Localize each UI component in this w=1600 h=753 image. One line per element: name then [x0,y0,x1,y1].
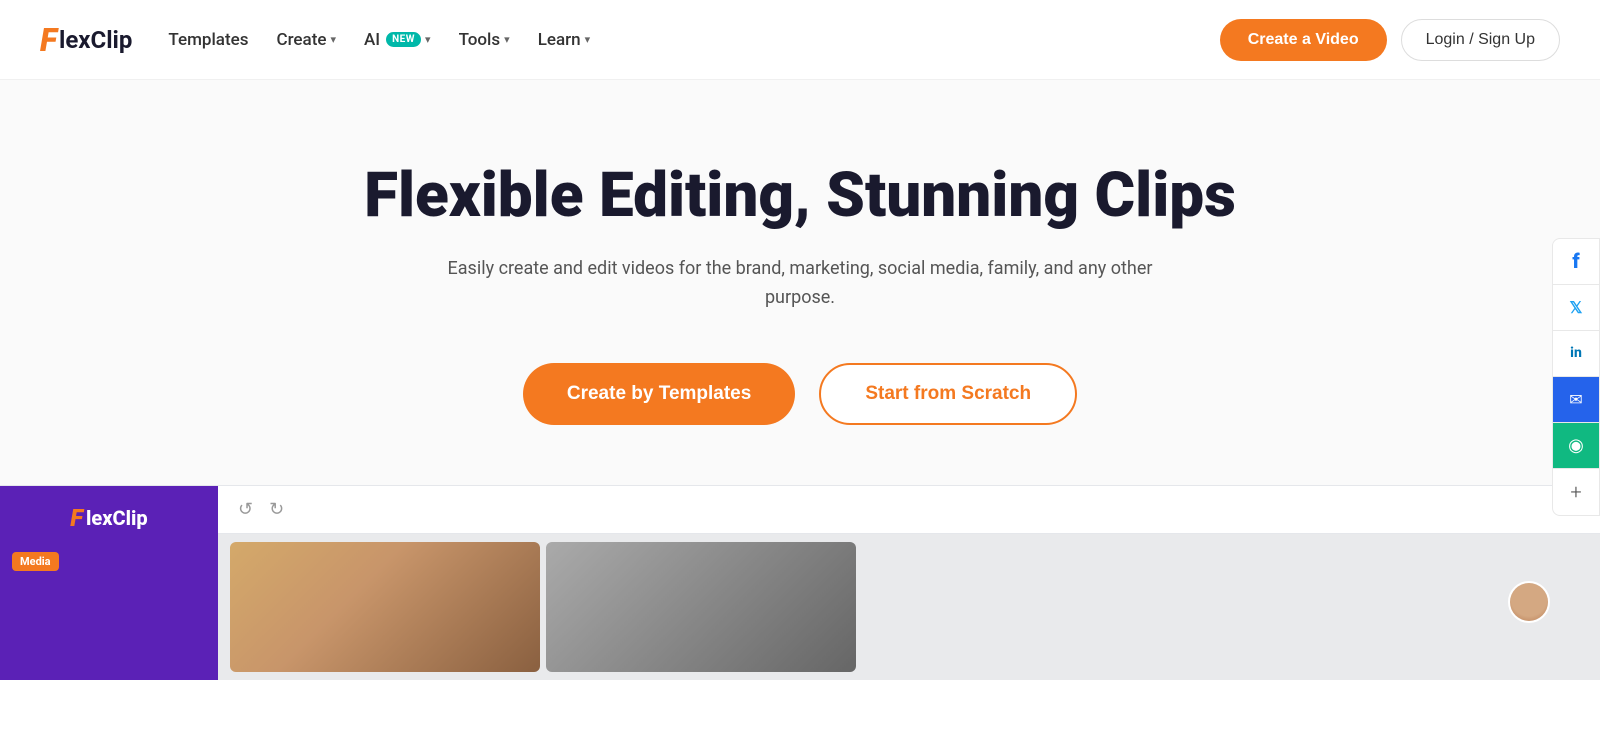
nav-templates-label: Templates [168,30,248,50]
linkedin-icon: in [1570,345,1582,361]
hero-subtitle: Easily create and edit videos for the br… [425,255,1175,313]
chat-button[interactable]: ◉ [1553,423,1599,469]
video-thumbnails [218,534,1600,680]
editor-content: ↺ ↻ [218,486,1600,680]
nav-item-tools[interactable]: Tools ▾ [459,30,510,50]
email-share-button[interactable]: ✉ [1553,377,1599,423]
hero-buttons: Create by Templates Start from Scratch [523,363,1077,425]
thumbnail-1-image [230,542,540,672]
chevron-down-icon: ▾ [330,33,336,46]
linkedin-share-button[interactable]: in [1553,331,1599,377]
chat-icon: ◉ [1568,435,1584,456]
create-by-templates-button[interactable]: Create by Templates [523,363,795,425]
editor-logo-f: F [70,504,83,532]
nav-item-learn[interactable]: Learn ▾ [538,30,590,50]
create-video-button[interactable]: Create a Video [1220,19,1387,61]
ai-badge-wrap: AI NEW [364,30,421,50]
media-label: Media [12,552,59,571]
user-avatar[interactable] [1508,581,1550,623]
thumbnail-2-image [546,542,856,672]
logo-rest: lexClip [59,26,132,54]
social-sidebar: f 𝕏 in ✉ ◉ + [1552,238,1600,516]
nav-links: Templates Create ▾ AI NEW ▾ Tools ▾ Lear… [168,30,590,50]
undo-button[interactable]: ↺ [238,499,253,520]
expand-social-button[interactable]: + [1553,469,1599,515]
ai-new-badge: NEW [386,32,421,47]
chevron-down-icon: ▾ [504,33,510,46]
editor-logo-rest: lexClip [86,506,148,530]
facebook-icon: f [1572,249,1579,273]
nav-create-label: Create [276,30,326,50]
logo-f: F [40,21,57,59]
facebook-share-button[interactable]: f [1553,239,1599,285]
chevron-down-icon: ▾ [585,33,591,46]
navbar: F lexClip Templates Create ▾ AI NEW ▾ To… [0,0,1600,80]
email-icon: ✉ [1569,390,1582,409]
nav-ai-label: AI [364,30,380,50]
redo-button[interactable]: ↻ [269,499,284,520]
nav-item-create[interactable]: Create ▾ [276,30,336,50]
editor-sidebar: F lexClip Media [0,486,218,680]
chevron-down-icon: ▾ [425,33,431,46]
logo[interactable]: F lexClip [40,21,132,59]
hero-section: Flexible Editing, Stunning Clips Easily … [0,80,1600,485]
editor-toolbar: ↺ ↻ [218,486,1600,534]
twitter-icon: 𝕏 [1570,298,1583,317]
start-from-scratch-button[interactable]: Start from Scratch [819,363,1077,425]
nav-tools-label: Tools [459,30,501,50]
nav-left: F lexClip Templates Create ▾ AI NEW ▾ To… [40,21,590,59]
nav-learn-label: Learn [538,30,581,50]
editor-logo: F lexClip [70,504,147,532]
avatar-image [1510,583,1548,621]
plus-icon: + [1570,480,1581,504]
thumbnail-1[interactable] [230,542,540,672]
nav-item-ai[interactable]: AI NEW ▾ [364,30,431,50]
editor-preview: F lexClip Media ↺ ↻ [0,485,1600,680]
twitter-share-button[interactable]: 𝕏 [1553,285,1599,331]
nav-item-templates[interactable]: Templates [168,30,248,50]
nav-right: Create a Video Login / Sign Up [1220,19,1560,61]
thumbnail-2[interactable] [546,542,856,672]
login-signup-button[interactable]: Login / Sign Up [1401,19,1560,61]
hero-title: Flexible Editing, Stunning Clips [364,160,1236,231]
